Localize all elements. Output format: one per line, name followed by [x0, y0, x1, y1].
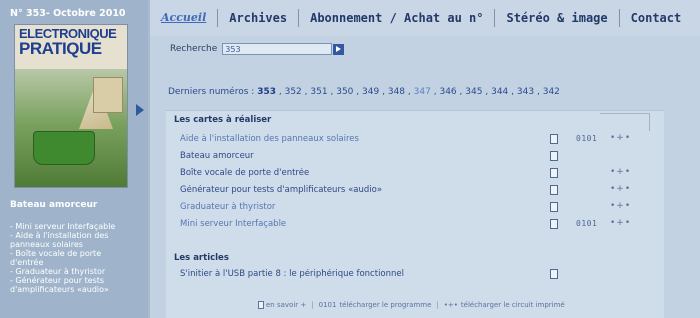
nav-stereo-image[interactable]: Stéréo & image — [495, 9, 620, 27]
card-row[interactable]: Boîte vocale de porte d'entrée •+• — [180, 165, 660, 181]
card-title[interactable]: Mini serveur Interfaçable — [180, 219, 538, 229]
circuit-download-icon[interactable]: •+• — [610, 184, 631, 194]
card-title[interactable]: Bateau amorceur — [180, 151, 538, 161]
search-bar: Recherche — [170, 43, 345, 55]
card-title[interactable]: Aide à l'installation des panneaux solai… — [180, 134, 538, 144]
sidebar: N° 353- Octobre 2010 ELECTRONIQUE PRATIQ… — [0, 0, 148, 318]
document-icon[interactable] — [550, 269, 558, 279]
issue-link[interactable]: 344 — [491, 87, 508, 97]
nav-home[interactable]: Accueil — [150, 9, 219, 27]
article-row[interactable]: S'initier à l'USB partie 8 : le périphér… — [180, 266, 660, 282]
circuit-download-icon[interactable]: •+• — [610, 133, 631, 143]
document-icon[interactable] — [550, 168, 558, 178]
cover-link[interactable]: panneaux solaires — [10, 240, 142, 249]
panel-corner-decoration — [600, 113, 650, 131]
icon-legend: en savoir + | 0101 télécharger le progra… — [258, 301, 565, 309]
issue-contents-panel: Les cartes à réaliser Aide à l'installat… — [166, 110, 664, 318]
search-input[interactable] — [222, 43, 333, 55]
nav-subscription[interactable]: Abonnement / Achat au n° — [299, 9, 496, 27]
card-row[interactable]: Bateau amorceur — [180, 148, 660, 164]
issue-link[interactable]: 348 — [388, 87, 405, 97]
issue-link[interactable]: 345 — [465, 87, 482, 97]
cover-boat-graphic — [33, 131, 95, 165]
issue-link[interactable]: 346 — [439, 87, 456, 97]
article-title[interactable]: S'initier à l'USB partie 8 : le périphér… — [180, 269, 538, 279]
recent-issues-label: Derniers numéros : — [168, 87, 255, 97]
legend-program-label: télécharger le programme — [339, 301, 432, 309]
card-title[interactable]: Graduateur à thyristor — [180, 202, 538, 212]
issue-separator: , — [536, 87, 540, 97]
document-icon[interactable] — [550, 202, 558, 212]
cover-link[interactable]: d'amplificateurs «audio» — [10, 285, 142, 294]
legend-doc-label: en savoir + — [266, 301, 307, 309]
card-row[interactable]: Aide à l'installation des panneaux solai… — [180, 131, 660, 147]
cover-link[interactable]: - Mini serveur Interfaçable — [10, 222, 142, 231]
issue-link[interactable]: 349 — [362, 87, 379, 97]
cover-inset-graphic — [93, 77, 123, 113]
cover-link[interactable]: - Graduateur à thyristor — [10, 267, 142, 276]
card-row[interactable]: Graduateur à thyristor •+• — [180, 199, 660, 215]
cover-story-links: - Mini serveur Interfaçable - Aide à l'i… — [10, 222, 142, 294]
circuit-download-icon[interactable]: •+• — [610, 218, 631, 228]
card-title[interactable]: Boîte vocale de porte d'entrée — [180, 168, 538, 178]
cover-link[interactable]: - Aide à l'installation des — [10, 231, 142, 240]
magazine-cover[interactable]: ELECTRONIQUE PRATIQUE — [14, 24, 128, 188]
issue-link[interactable]: 352 — [285, 87, 302, 97]
circuit-download-icon[interactable]: •+• — [610, 201, 631, 211]
legend-circuit-label: télécharger le circuit imprimé — [460, 301, 565, 309]
issue-link[interactable]: 343 — [517, 87, 534, 97]
cover-title-line2: PRATIQUE — [19, 39, 102, 58]
card-row[interactable]: Générateur pour tests d'amplificateurs «… — [180, 182, 660, 198]
document-icon[interactable] — [550, 134, 558, 144]
issue-link[interactable]: 347 — [414, 87, 431, 97]
main-content: Accueil Archives Abonnement / Achat au n… — [150, 0, 700, 318]
document-icon[interactable] — [550, 151, 558, 161]
issue-separator: , — [356, 87, 360, 97]
nav-contact[interactable]: Contact — [620, 9, 693, 27]
cards-section-title: Les cartes à réaliser — [174, 115, 272, 125]
articles-section-title: Les articles — [174, 253, 229, 263]
issue-separator: , — [330, 87, 334, 97]
legend-program-icon: 0101 — [318, 301, 337, 309]
legend-document-icon — [258, 301, 264, 309]
search-submit-button[interactable] — [333, 43, 345, 55]
top-navigation: Accueil Archives Abonnement / Achat au n… — [150, 0, 700, 36]
issue-link[interactable]: 351 — [310, 87, 327, 97]
issue-label: N° 353- Octobre 2010 — [10, 8, 126, 19]
cover-masthead: ELECTRONIQUE PRATIQUE — [15, 25, 127, 69]
cover-link[interactable]: - Générateur pour tests — [10, 276, 142, 285]
cover-link[interactable]: - Boîte vocale de porte — [10, 249, 142, 258]
issue-separator: , — [459, 87, 463, 97]
cover-link[interactable]: d'entrée — [10, 258, 142, 267]
next-cover-arrow-icon[interactable] — [136, 104, 144, 116]
card-title[interactable]: Générateur pour tests d'amplificateurs «… — [180, 185, 538, 195]
issue-separator: , — [278, 87, 282, 97]
document-icon[interactable] — [550, 219, 558, 229]
issue-separator: , — [304, 87, 308, 97]
card-row[interactable]: Mini serveur Interfaçable 0101 •+• — [180, 216, 660, 232]
search-label: Recherche — [170, 44, 218, 54]
program-download-icon[interactable]: 0101 — [576, 219, 597, 228]
issue-separator: , — [407, 87, 411, 97]
legend-circuit-icon: •+• — [443, 301, 458, 309]
current-issue-number[interactable]: 353 — [257, 87, 276, 97]
document-icon[interactable] — [550, 185, 558, 195]
legend-separator: | — [436, 301, 439, 309]
recent-issues: Derniers numéros : 353 , 352 , 351 , 350… — [168, 87, 560, 97]
issue-separator: , — [485, 87, 489, 97]
issue-separator: , — [382, 87, 385, 97]
issue-link[interactable]: 342 — [543, 87, 560, 97]
issue-link[interactable]: 350 — [336, 87, 353, 97]
circuit-download-icon[interactable]: •+• — [610, 167, 631, 177]
nav-archives[interactable]: Archives — [218, 9, 300, 27]
legend-separator: | — [311, 301, 314, 309]
program-download-icon[interactable]: 0101 — [576, 134, 597, 143]
issue-separator: , — [511, 87, 515, 97]
cover-story-heading[interactable]: Bateau amorceur — [10, 200, 97, 210]
issue-separator: , — [433, 87, 437, 97]
